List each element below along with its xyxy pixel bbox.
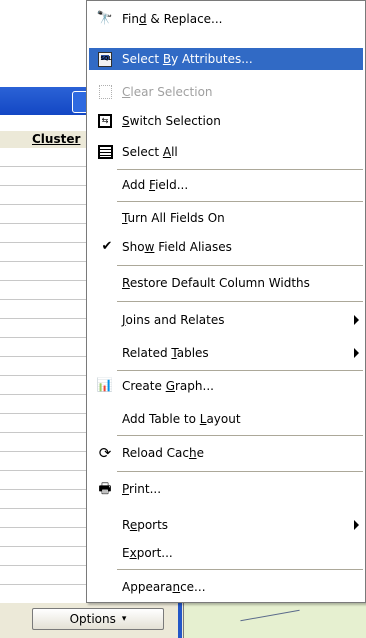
submenu-arrow-icon [354,348,359,358]
menu-item-print[interactable]: 🖶 Print... [89,478,363,500]
menu-separator [117,370,363,371]
menu-item-related-tables[interactable]: Related Tables [89,342,363,364]
sql-query-icon [97,51,113,67]
chevron-down-icon: ▾ [121,614,127,624]
column-header-label: Cluster [32,132,81,146]
menu-item-find-replace[interactable]: 🔭 Find & Replace... [89,8,363,30]
table-rows[interactable] [0,148,86,603]
graph-icon: 📊 [96,378,114,393]
switch-selection-icon: ⇆ [97,113,113,129]
column-header[interactable]: Cluster [0,130,86,150]
menu-item-joins-and-relates[interactable]: Joins and Relates [89,309,363,331]
printer-icon: 🖶 [98,481,112,497]
table-options-menu: 🔭 Find & Replace... Select By Attributes… [86,0,366,603]
menu-separator [117,569,363,570]
menu-separator [117,471,363,472]
options-button-label: Options [69,612,116,626]
map-view-bottom[interactable] [183,603,366,638]
options-button[interactable]: Options ▾ [32,608,164,630]
binoculars-icon: 🔭 [96,11,114,26]
menu-separator [117,435,363,436]
menu-item-appearance[interactable]: Appearance... [89,576,363,598]
reload-icon: ⟳ [98,444,112,462]
menu-item-restore-column-widths[interactable]: Restore Default Column Widths [89,272,363,294]
menu-item-export[interactable]: Export... [89,542,363,564]
menu-item-select-by-attributes[interactable]: Select By Attributes... [89,48,363,70]
menu-item-switch-selection[interactable]: ⇆ Switch Selection [89,110,363,132]
menu-item-reload-cache[interactable]: ⟳ Reload Cache [89,442,363,464]
menu-separator [117,169,363,170]
menu-separator [117,265,363,266]
menu-item-add-table-to-layout[interactable]: Add Table to Layout [89,408,363,430]
menu-item-show-field-aliases[interactable]: ✔ Show Field Aliases [89,236,363,258]
menu-separator [117,301,363,302]
submenu-arrow-icon [354,520,359,530]
window-divider [178,603,182,638]
menu-item-reports[interactable]: Reports [89,514,363,536]
menu-separator [117,201,363,202]
table-window-titlebar[interactable] [0,87,90,115]
menu-item-create-graph[interactable]: 📊 Create Graph... [89,375,363,397]
menu-item-turn-all-fields-on[interactable]: Turn All Fields On [89,207,363,229]
menu-item-clear-selection[interactable]: Clear Selection [89,81,363,103]
clear-selection-icon [97,84,113,100]
menu-item-select-all[interactable]: Select All [89,141,363,163]
submenu-arrow-icon [354,315,359,325]
select-all-icon [97,144,113,160]
checkmark-icon: ✔ [101,239,113,254]
menu-item-add-field[interactable]: Add Field... [89,174,363,196]
